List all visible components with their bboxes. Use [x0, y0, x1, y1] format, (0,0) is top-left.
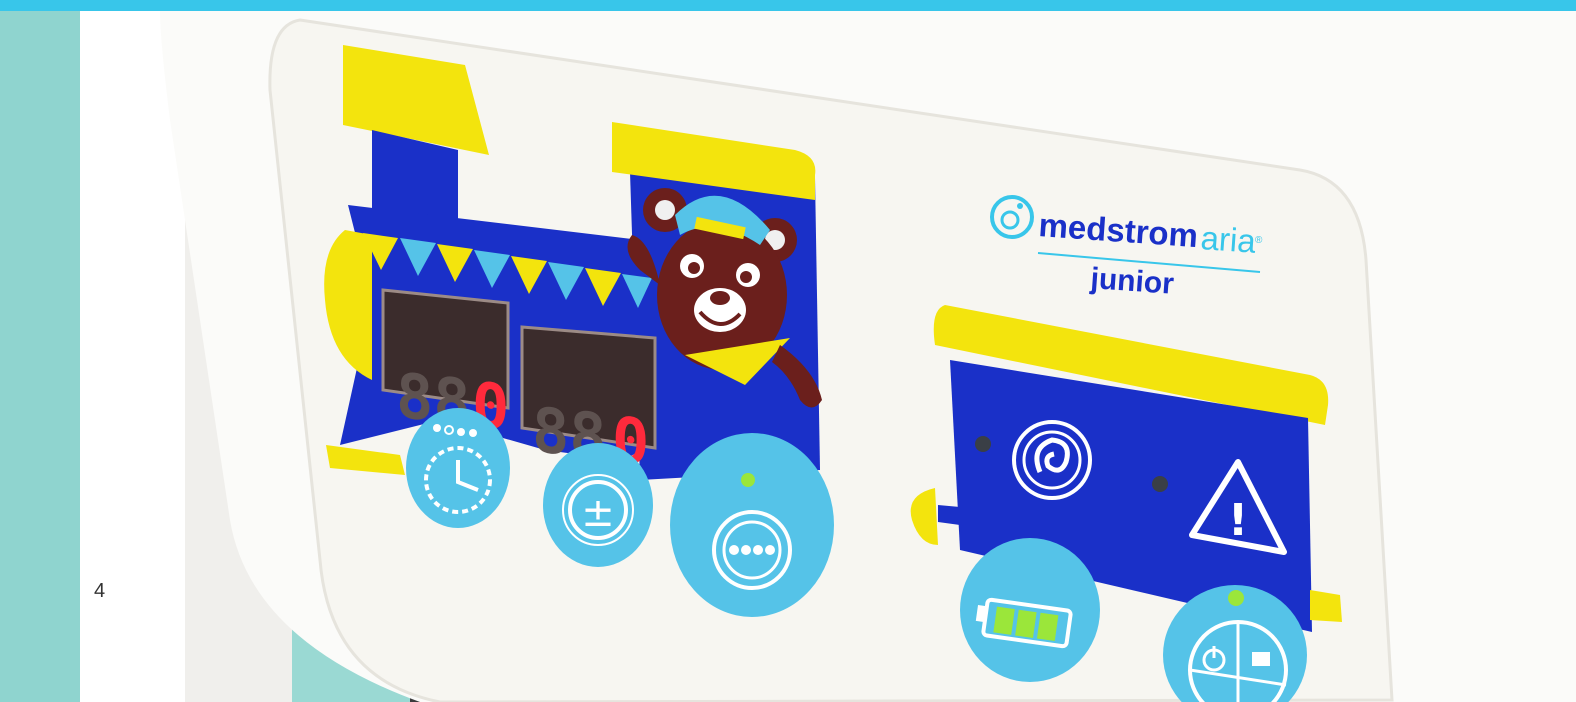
registered-mark: ®: [1255, 235, 1263, 246]
pump-indicator: [975, 436, 991, 452]
wagon-coupler-right: [1310, 590, 1342, 622]
battery-button[interactable]: [960, 538, 1100, 682]
warning-glyph: !: [1228, 495, 1248, 546]
page-number: 4: [94, 580, 106, 602]
top-bar: [0, 0, 1576, 11]
mode-led: [741, 473, 755, 487]
timer-button[interactable]: [406, 408, 510, 528]
teal-frame-left: [0, 11, 80, 702]
brand-subtitle: junior: [1089, 262, 1176, 301]
mode-button[interactable]: [670, 433, 834, 617]
adjust-button[interactable]: ±: [543, 443, 653, 567]
power-led: [1228, 590, 1244, 606]
plus-minus-glyph: ±: [581, 490, 615, 536]
alarm-indicator: [1152, 476, 1168, 492]
control-panel-photo: 88 0 88 0 ± medstrom aria ® junior !: [0, 11, 1576, 702]
brand-product: aria: [1200, 219, 1258, 260]
